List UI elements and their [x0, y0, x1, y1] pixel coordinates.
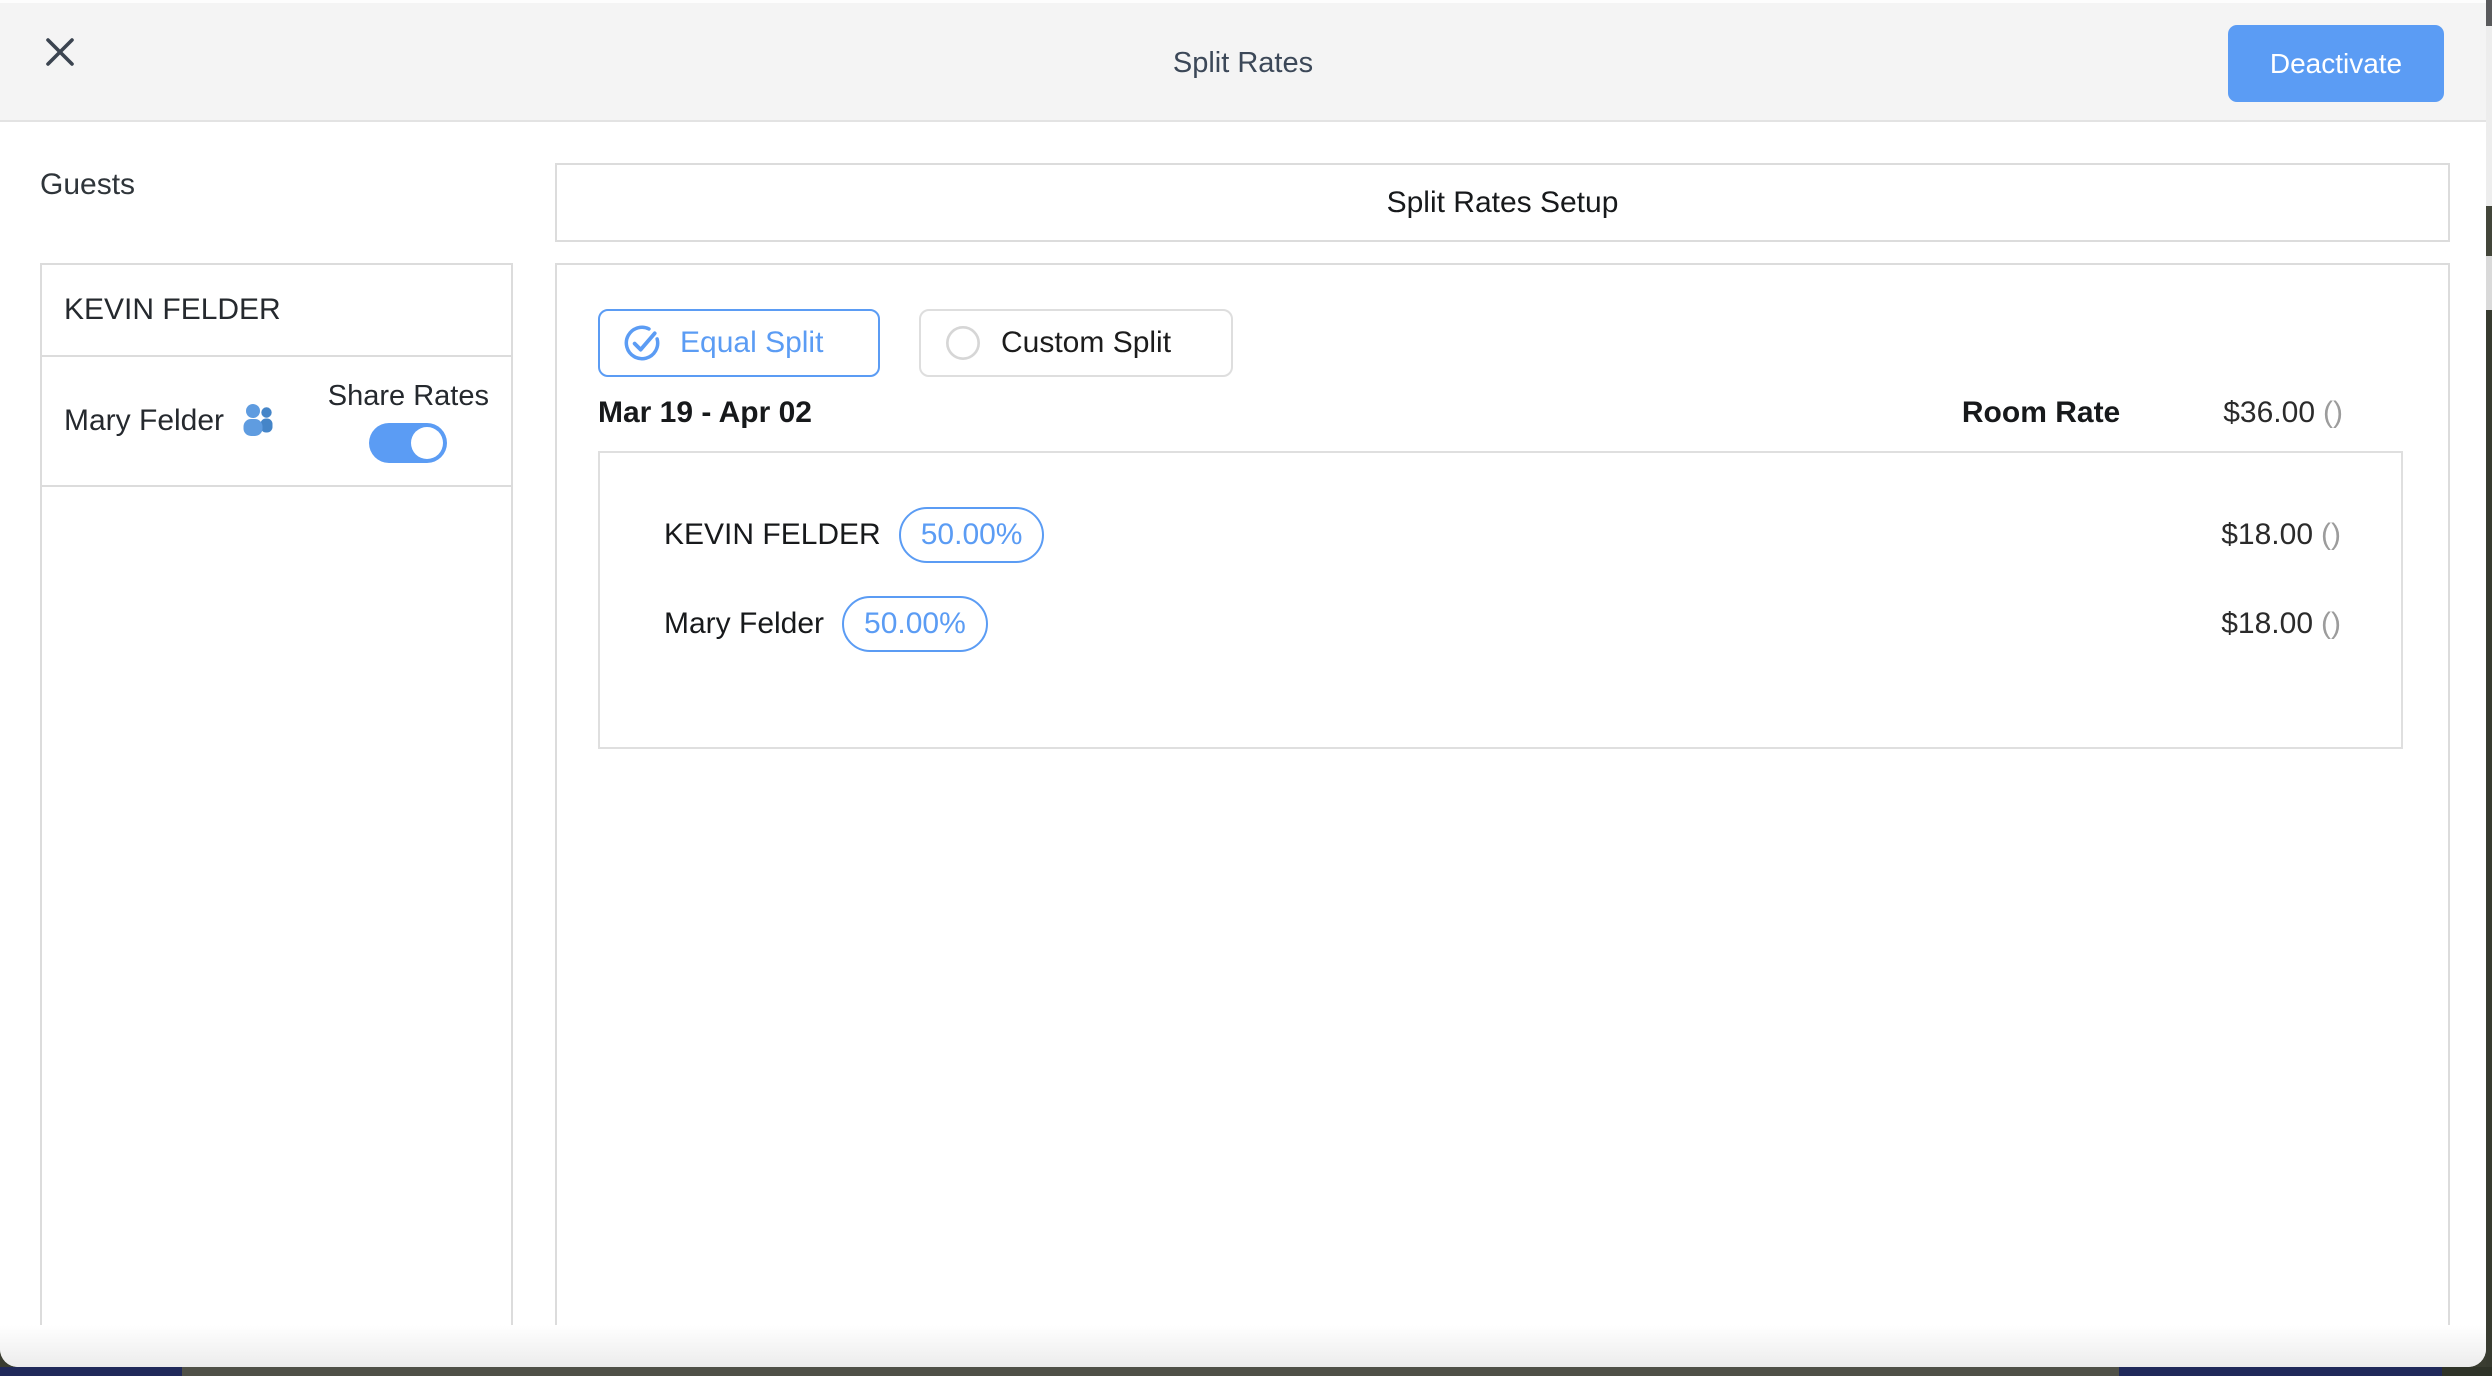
background-page-right-edge	[2486, 0, 2492, 1376]
percent-pill[interactable]: 50.00%	[842, 596, 988, 652]
shared-guests-icon	[238, 403, 280, 439]
setup-title: Split Rates Setup	[1387, 186, 1619, 220]
modal-header: Split Rates Deactivate	[0, 0, 2486, 122]
guest-row-primary[interactable]: KEVIN FELDER	[42, 265, 511, 357]
share-rates-group: Share Rates	[328, 380, 489, 463]
room-rate-note: ()	[2323, 396, 2343, 429]
guest-row[interactable]: Mary Felder Share Rates	[42, 357, 511, 487]
custom-split-label: Custom Split	[1001, 326, 1171, 360]
close-icon	[43, 35, 77, 72]
guests-heading: Guests	[40, 168, 135, 202]
background-page-bottom-edge	[0, 1367, 2492, 1376]
guest-name: Mary Felder	[64, 404, 224, 438]
room-rate-label: Room Rate	[1962, 396, 2120, 430]
split-amount: $18.00()	[2221, 607, 2341, 641]
split-row: KEVIN FELDER 50.00% $18.00()	[664, 505, 2341, 565]
equal-split-button[interactable]: Equal Split	[598, 309, 880, 377]
split-row: Mary Felder 50.00% $18.00()	[664, 594, 2341, 654]
split-amount-note: ()	[2321, 607, 2341, 640]
split-rates-modal: Split Rates Deactivate Guests KEVIN FELD…	[0, 0, 2486, 1367]
close-button[interactable]	[36, 29, 84, 77]
modal-bottom-fade	[0, 1325, 2486, 1367]
percent-pill[interactable]: 50.00%	[899, 507, 1045, 563]
guest-split-box: KEVIN FELDER 50.00% $18.00() Mary Felder…	[598, 451, 2403, 749]
deactivate-button[interactable]: Deactivate	[2228, 25, 2444, 102]
split-guest-name: KEVIN FELDER	[664, 518, 881, 552]
split-guest-name: Mary Felder	[664, 607, 824, 641]
page-title: Split Rates	[0, 3, 2486, 123]
equal-split-label: Equal Split	[680, 326, 823, 360]
room-rate-value: $36.00()	[2223, 396, 2343, 430]
radio-circle-icon	[943, 323, 983, 363]
date-range: Mar 19 - Apr 02	[598, 396, 812, 430]
primary-guest-name: KEVIN FELDER	[64, 293, 281, 327]
share-rates-toggle[interactable]	[369, 423, 447, 463]
rate-period-row: Mar 19 - Apr 02 Room Rate $36.00()	[598, 389, 2343, 437]
split-mode-row: Equal Split Custom Split	[598, 309, 2403, 377]
share-rates-label: Share Rates	[328, 380, 489, 413]
guest-list: KEVIN FELDER Mary Felder Share Rates	[40, 263, 513, 1330]
split-amount-note: ()	[2321, 518, 2341, 551]
split-amount: $18.00()	[2221, 518, 2341, 552]
toggle-knob	[411, 427, 443, 459]
setup-header: Split Rates Setup	[555, 163, 2450, 242]
custom-split-button[interactable]: Custom Split	[919, 309, 1233, 377]
check-circle-icon	[622, 323, 662, 363]
room-rate-group: Room Rate $36.00()	[1962, 396, 2343, 430]
split-rates-panel: Equal Split Custom Split Mar 19 - Apr 02…	[555, 263, 2450, 1330]
